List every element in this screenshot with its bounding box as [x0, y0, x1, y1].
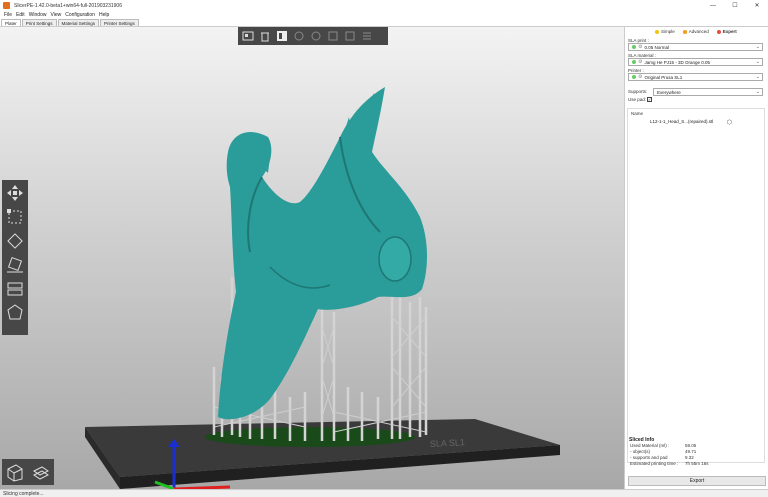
cut-icon[interactable] [4, 278, 26, 300]
sla-support-points-icon[interactable] [4, 302, 26, 324]
export-button[interactable]: Export [628, 476, 766, 486]
preview-layers-icon[interactable] [30, 461, 52, 483]
mode-selector: Simple Advanced Expert [655, 29, 737, 34]
pad-label: Use pad: [628, 97, 647, 102]
chevron-down-icon: ⌄ [755, 44, 760, 50]
sla-print-combo[interactable]: ⚙ 0.05 Normal ⌄ [628, 43, 763, 51]
menu-edit[interactable]: Edit [16, 12, 25, 18]
rotate-icon[interactable] [4, 230, 26, 252]
tab-plater[interactable]: Plater [1, 19, 21, 26]
3d-view-icon[interactable] [4, 461, 26, 483]
3d-viewport[interactable]: SLA SL1 [0, 27, 624, 489]
menu-help[interactable]: Help [99, 12, 109, 18]
menu-bar: File Edit Window View Configuration Help [0, 11, 768, 19]
flag-icon [632, 60, 636, 64]
expert-dot-icon [716, 29, 721, 34]
chevron-down-icon: ⌄ [755, 74, 760, 80]
gear-icon: ⚙ [638, 59, 643, 65]
use-pad-checkbox[interactable]: ✓ [647, 97, 652, 102]
minimize-button[interactable]: — [702, 0, 724, 11]
mode-advanced[interactable]: Advanced [682, 29, 709, 34]
add-icon[interactable] [241, 29, 255, 43]
app-icon [3, 2, 10, 9]
advanced-dot-icon [682, 29, 687, 34]
delete-icon[interactable] [258, 29, 272, 43]
flag-icon [632, 45, 636, 49]
copy-icon[interactable] [292, 29, 306, 43]
split-icon[interactable] [360, 29, 374, 43]
sliced-info-row: Estimated printing time :7h 55m 16s [630, 461, 709, 466]
supports-label: Supports: [628, 89, 648, 94]
window-title: SlicerPE-1.42.0-beta1+win64-full-2019032… [14, 2, 122, 9]
move-icon[interactable] [4, 182, 26, 204]
list-header: Name [631, 111, 644, 116]
mode-simple[interactable]: Simple [655, 29, 675, 34]
maximize-button[interactable]: ☐ [724, 0, 746, 11]
decrease-icon[interactable] [343, 29, 357, 43]
list-item[interactable]: L12-1-1_Head_S...(repaired).stl ⬡ [628, 118, 764, 126]
menu-window[interactable]: Window [29, 12, 47, 18]
tab-material-settings[interactable]: Material Settings [57, 19, 100, 26]
flag-icon [632, 75, 636, 79]
tab-bar: Plater Print Settings Material Settings … [0, 19, 768, 27]
top-toolbar [238, 27, 388, 45]
menu-view[interactable]: View [50, 12, 61, 18]
tab-printer-settings[interactable]: Printer Settings [100, 19, 139, 26]
status-bar: Slicing complete... [0, 489, 768, 497]
sidebar: Simple Advanced Expert SLA print : ⚙ 0.05… [624, 27, 768, 489]
close-button[interactable]: ✕ [746, 0, 768, 11]
tab-print-settings[interactable]: Print Settings [21, 19, 57, 26]
scene-render: SLA SL1 [85, 87, 560, 489]
chevron-down-icon: ⌄ [755, 89, 760, 95]
title-bar: SlicerPE-1.42.0-beta1+win64-full-2019032… [0, 0, 768, 11]
mode-expert[interactable]: Expert [716, 29, 737, 34]
object-settings-icon[interactable]: ⬡ [727, 119, 732, 126]
printer-combo[interactable]: ⚙ Original Prusa SL1 ⌄ [628, 73, 763, 81]
paste-icon[interactable] [309, 29, 323, 43]
place-on-face-icon[interactable] [4, 254, 26, 276]
gear-icon: ⚙ [638, 74, 643, 80]
sliced-info: Sliced Info Used Material (ml) :59.05 - … [627, 437, 765, 467]
view-toggle-toolbar [2, 459, 54, 485]
bed-label: SLA SL1 [430, 437, 466, 449]
simple-dot-icon [655, 29, 659, 34]
status-text: Slicing complete... [3, 490, 44, 497]
supports-combo[interactable]: Everywhere ⌄ [653, 88, 763, 96]
gear-icon: ⚙ [638, 44, 643, 50]
sla-material-combo[interactable]: ⚙ Jamg He PJ15 - 3D Orange 0.05 ⌄ [628, 58, 763, 66]
arrange-icon[interactable] [275, 29, 289, 43]
scale-icon[interactable] [4, 206, 26, 228]
support-pad [205, 427, 415, 447]
chevron-down-icon: ⌄ [755, 59, 760, 65]
left-toolbar [2, 180, 28, 335]
object-list: Name L12-1-1_Head_S...(repaired).stl ⬡ [627, 108, 765, 463]
increase-icon[interactable] [326, 29, 340, 43]
menu-file[interactable]: File [4, 12, 12, 18]
menu-configuration[interactable]: Configuration [65, 12, 95, 18]
